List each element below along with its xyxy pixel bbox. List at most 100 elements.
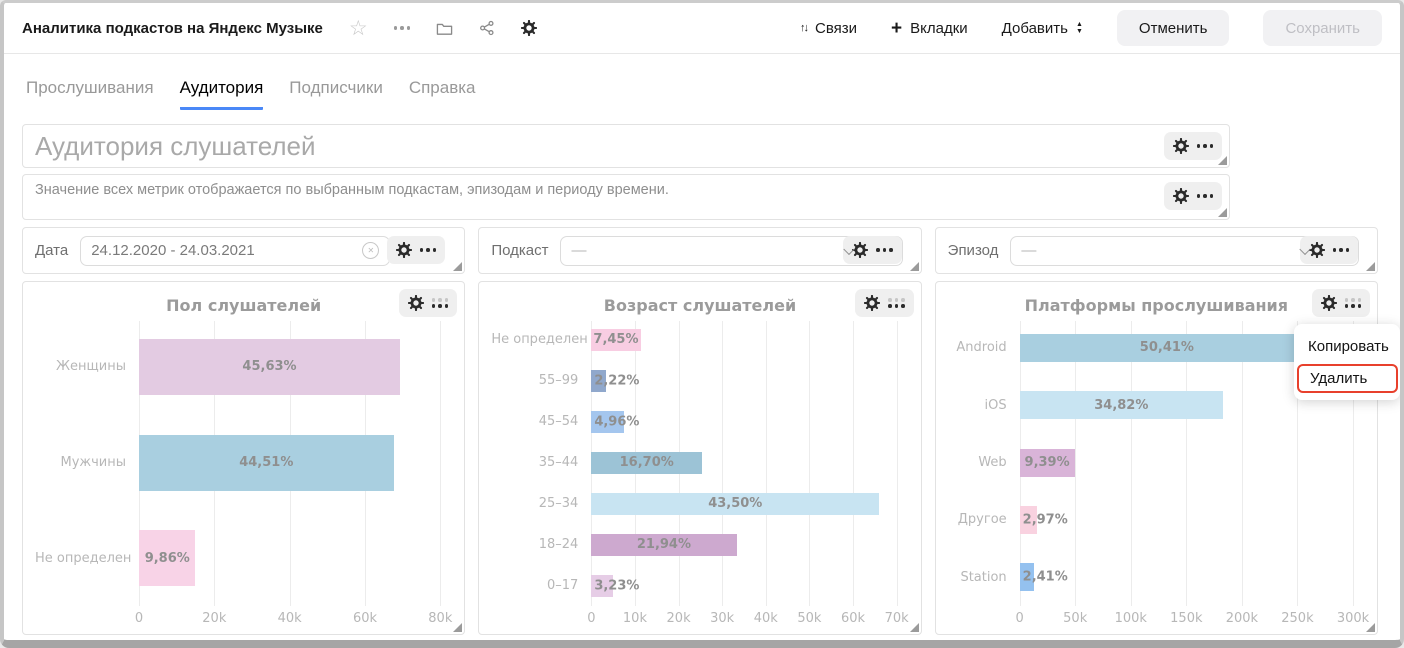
tab-listens[interactable]: Прослушивания <box>26 78 154 110</box>
more-icon[interactable] <box>394 26 411 30</box>
cancel-button[interactable]: Отменить <box>1117 10 1230 46</box>
resize-handle[interactable] <box>910 262 919 271</box>
bar-row: Не определен7,45% <box>491 319 908 360</box>
gear-icon[interactable] <box>852 242 868 258</box>
bar-25–34[interactable]: 43,50% <box>591 493 879 515</box>
value-label: 2,41% <box>1023 570 1068 585</box>
bar-row: 45–544,96% <box>491 401 908 442</box>
folder-icon[interactable] <box>436 21 453 36</box>
filter-controls[interactable] <box>843 236 902 264</box>
category-label: Женщины <box>35 359 139 374</box>
chart-controls[interactable] <box>855 289 914 317</box>
gear-icon[interactable] <box>396 242 412 258</box>
tab-audience[interactable]: Аудитория <box>180 78 264 110</box>
value-label: 21,94% <box>637 537 691 552</box>
gear-icon[interactable] <box>1309 242 1325 258</box>
axis-tick-label: 60k <box>841 611 865 626</box>
title-widget: Аудитория слушателей <box>22 124 1230 168</box>
title-widget-controls[interactable] <box>1164 132 1223 160</box>
gear-icon[interactable] <box>864 295 880 311</box>
bar-ios[interactable]: 34,82% <box>1020 391 1223 419</box>
gear-icon[interactable] <box>1173 188 1189 204</box>
add-tab-button[interactable]: + Вкладки <box>891 19 968 38</box>
bar-18–24[interactable]: 21,94% <box>591 534 736 556</box>
more-icon[interactable] <box>1197 194 1214 198</box>
dashboard-title: Аналитика подкастов на Яндекс Музыке <box>22 20 323 37</box>
resize-handle[interactable] <box>1366 623 1375 632</box>
more-icon[interactable] <box>1197 144 1214 148</box>
value-label: 2,22% <box>594 373 639 388</box>
value-label: 9,86% <box>145 551 190 566</box>
gear-icon[interactable] <box>408 295 424 311</box>
value-label: 16,70% <box>620 455 674 470</box>
resize-handle[interactable] <box>1218 208 1227 217</box>
tab-subscribers[interactable]: Подписчики <box>289 78 383 110</box>
bar-row: 25–3443,50% <box>491 483 908 524</box>
chart-controls[interactable] <box>399 289 458 317</box>
clear-icon[interactable]: ✕ <box>362 242 379 259</box>
tab-help[interactable]: Справка <box>409 78 476 110</box>
axis-tick-label: 50k <box>1063 611 1087 626</box>
bar-android[interactable]: 50,41% <box>1020 334 1314 362</box>
resize-handle[interactable] <box>1366 262 1375 271</box>
chart-plot: Не определен7,45%55–992,22%45–544,96%35–… <box>491 319 908 630</box>
axis-tick-label: 100k <box>1115 611 1147 626</box>
plus-icon: + <box>891 19 902 38</box>
star-icon[interactable]: ☆ <box>349 18 368 39</box>
axis-tick-label: 0 <box>1016 611 1024 626</box>
settings-icon[interactable] <box>521 20 537 36</box>
links-button[interactable]: ↑↓ Связи <box>800 20 857 37</box>
gear-icon[interactable] <box>1173 138 1189 154</box>
axis-tick-label: 0 <box>587 611 595 626</box>
chart-controls[interactable] <box>1312 289 1371 317</box>
chart-title: Платформы прослушивания <box>948 296 1365 315</box>
save-button[interactable]: Сохранить <box>1263 10 1382 46</box>
value-label: 4,96% <box>594 414 639 429</box>
bar-row: Другое2,97% <box>948 491 1365 548</box>
description-widget-controls[interactable] <box>1164 182 1223 210</box>
bar-не-определен[interactable]: 9,86% <box>139 530 195 586</box>
bar-web[interactable]: 9,39% <box>1020 449 1075 477</box>
resize-handle[interactable] <box>453 262 462 271</box>
bar-35–44[interactable]: 16,70% <box>591 452 702 474</box>
up-down-triangles-icon: ▲▼ <box>1076 22 1083 35</box>
filter-label: Подкаст <box>491 242 548 259</box>
category-label: 0–17 <box>491 578 591 593</box>
filter-controls[interactable] <box>1300 236 1359 264</box>
gear-icon[interactable] <box>1321 295 1337 311</box>
share-icon[interactable] <box>479 20 495 36</box>
more-icon[interactable] <box>1333 248 1350 252</box>
category-label: 55–99 <box>491 373 591 388</box>
bar-не-определен[interactable]: 7,45% <box>591 329 640 351</box>
filter-controls[interactable] <box>387 236 446 264</box>
resize-handle[interactable] <box>453 623 462 632</box>
menu-item-delete[interactable]: Удалить <box>1297 364 1398 393</box>
more-icon[interactable] <box>420 248 437 252</box>
page-description: Значение всех метрик отображается по выб… <box>35 182 669 198</box>
resize-handle[interactable] <box>910 623 919 632</box>
bar-женщины[interactable]: 45,63% <box>139 339 400 395</box>
date-range-input[interactable]: 24.12.2020 - 24.03.2021 ✕ <box>80 236 390 266</box>
category-label: 25–34 <box>491 496 591 511</box>
more-icon[interactable] <box>876 248 893 252</box>
drag-handle-icon[interactable] <box>1345 298 1362 308</box>
category-label: Не определен <box>35 551 139 566</box>
sort-arrows-icon: ↑↓ <box>800 22 807 34</box>
axis-tick-label: 300k <box>1337 611 1369 626</box>
axis-tick-label: 20k <box>667 611 691 626</box>
menu-item-copy[interactable]: Копировать <box>1294 331 1400 362</box>
widget-context-menu: Копировать Удалить <box>1294 324 1400 400</box>
add-widget-button[interactable]: Добавить ▲▼ <box>1002 20 1083 37</box>
bar-мужчины[interactable]: 44,51% <box>139 435 394 491</box>
axis-tick-label: 250k <box>1281 611 1313 626</box>
drag-handle-icon[interactable] <box>888 298 905 308</box>
filters-row: Дата 24.12.2020 - 24.03.2021 ✕ Подкаст <box>22 227 1378 274</box>
axis-tick-label: 80k <box>428 611 452 626</box>
chart-plot: Женщины45,63%Мужчины44,51%Не определен9,… <box>35 319 452 630</box>
value-label: 50,41% <box>1140 340 1194 355</box>
drag-handle-icon[interactable] <box>432 298 449 308</box>
page-title: Аудитория слушателей <box>35 131 316 162</box>
category-label: Web <box>948 455 1020 470</box>
value-label: 3,23% <box>594 578 639 593</box>
axis-tick-label: 60k <box>353 611 377 626</box>
